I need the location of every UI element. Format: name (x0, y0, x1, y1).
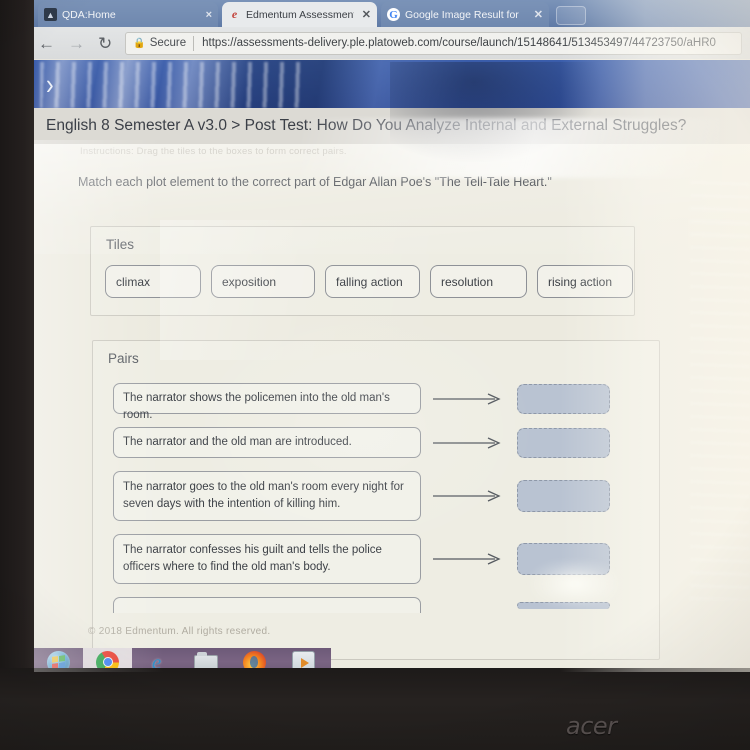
tile-climax[interactable]: climax (105, 265, 201, 298)
close-icon[interactable]: ✕ (534, 8, 543, 21)
browser-toolbar: ← → ↻ 🔒 Secure https://assessments-deliv… (34, 27, 750, 59)
tiles-panel-label: Tiles (106, 237, 135, 252)
laptop-screen: ▲ QDA:Home × e Edmentum Assessments ✕ G … (34, 0, 750, 672)
table-row (113, 597, 643, 613)
address-bar[interactable]: 🔒 Secure https://assessments-delivery.pl… (125, 31, 742, 55)
pairs-rows: The narrator shows the policemen into th… (113, 383, 643, 613)
drop-zone[interactable] (517, 543, 610, 575)
tile-resolution[interactable]: resolution (430, 265, 527, 298)
tiles-panel: Tiles climax exposition falling action r… (90, 226, 635, 316)
table-row: The narrator shows the policemen into th… (113, 383, 643, 421)
url-text: https://assessments-delivery.ple.platowe… (202, 37, 716, 49)
close-icon[interactable]: × (206, 9, 212, 21)
assessment-body: Instructions: Drag the tiles to the boxe… (34, 144, 750, 672)
pair-statement: The narrator confesses his guilt and tel… (113, 534, 421, 584)
tile-rising-action[interactable]: rising action (537, 265, 633, 298)
forward-icon[interactable]: → (68, 35, 85, 52)
lock-icon: 🔒 (133, 37, 146, 49)
tab-title: Edmentum Assessments (246, 8, 354, 21)
pairs-panel: Pairs The narrator shows the policemen i… (92, 340, 660, 660)
app-header-bar: › (34, 60, 750, 108)
arrow-right-icon (421, 553, 517, 565)
browser-tab-qda[interactable]: ▲ QDA:Home × (38, 2, 218, 27)
arrow-right-icon (421, 490, 517, 502)
back-icon[interactable]: ← (38, 35, 55, 52)
drop-zone[interactable] (517, 427, 610, 458)
browser-tab-google-image[interactable]: G Google Image Result for ✕ (381, 2, 549, 27)
drop-zone[interactable] (517, 383, 610, 414)
acer-brand-logo: acer (566, 712, 617, 740)
tab-title: Google Image Result for (405, 8, 519, 21)
reload-icon[interactable]: ↻ (98, 35, 112, 52)
tab-title: QDA:Home (62, 8, 116, 21)
browser-tab-strip: ▲ QDA:Home × e Edmentum Assessments ✕ G … (34, 0, 750, 27)
pairs-panel-label: Pairs (108, 351, 139, 366)
screen-bezel-bottom (0, 668, 750, 750)
browser-tab-edmentum[interactable]: e Edmentum Assessments ✕ (222, 2, 377, 27)
tile-falling-action[interactable]: falling action (325, 265, 420, 298)
drop-zone[interactable] (517, 601, 610, 609)
pair-statement: The narrator goes to the old man's room … (113, 471, 421, 521)
table-row: The narrator and the old man are introdu… (113, 427, 643, 458)
table-row: The narrator confesses his guilt and tel… (113, 534, 643, 584)
edmentum-icon: e (228, 7, 241, 21)
tile-exposition[interactable]: exposition (211, 265, 315, 298)
chevron-right-icon[interactable]: › (46, 69, 54, 99)
arrow-right-icon (421, 436, 517, 449)
breadcrumb-bar: English 8 Semester A v3.0 > Post Test: H… (34, 108, 750, 144)
table-row: The narrator goes to the old man's room … (113, 471, 643, 521)
laptop-photo: ▲ QDA:Home × e Edmentum Assessments ✕ G … (0, 0, 750, 750)
screen-bezel-left (0, 0, 34, 750)
security-label: Secure (149, 37, 187, 49)
pair-statement: The narrator and the old man are introdu… (113, 427, 421, 458)
pair-statement (113, 597, 421, 613)
breadcrumb: English 8 Semester A v3.0 > Post Test: H… (46, 117, 687, 134)
google-icon: G (387, 8, 400, 21)
pair-statement: The narrator shows the policemen into th… (113, 383, 421, 421)
tiles-row: climax exposition falling action resolut… (105, 265, 633, 298)
new-tab-button[interactable] (556, 6, 586, 25)
drop-zone[interactable] (517, 480, 610, 512)
sub-instruction-text: Instructions: Drag the tiles to the boxe… (80, 146, 347, 157)
close-icon[interactable]: ✕ (362, 8, 371, 21)
divider (193, 35, 195, 51)
qda-icon: ▲ (44, 8, 57, 21)
arrow-right-icon (421, 392, 517, 405)
question-instruction: Match each plot element to the correct p… (78, 175, 552, 189)
copyright-footer: © 2018 Edmentum. All rights reserved. (88, 626, 271, 637)
